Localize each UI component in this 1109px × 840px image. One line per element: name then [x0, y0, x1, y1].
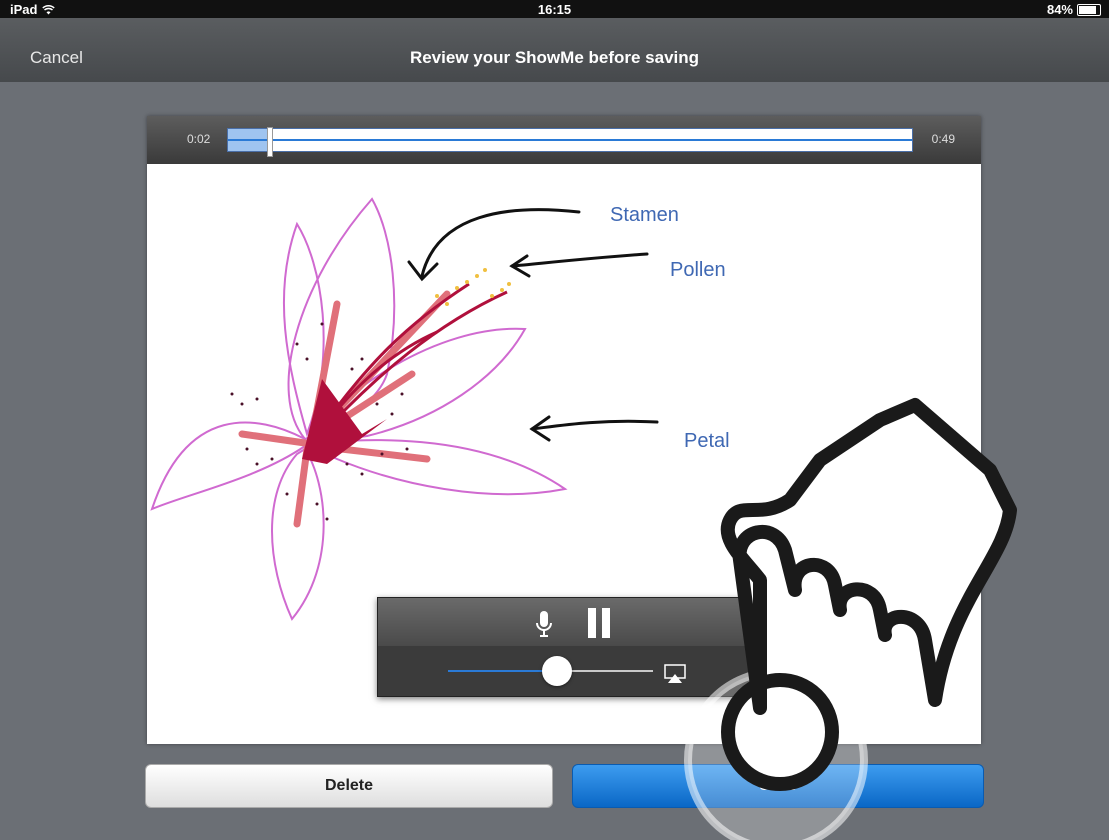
page-title: Review your ShowMe before saving	[409, 48, 700, 67]
current-time: 0:02	[187, 132, 211, 146]
navigation-bar: Cancel Review your ShowMe before saving	[0, 18, 1109, 82]
battery-percent: 84%	[1046, 2, 1073, 17]
label-petal: Petal	[684, 430, 730, 452]
scrubber-track[interactable]	[227, 127, 913, 157]
label-pollen: Pollen	[670, 259, 726, 281]
battery-icon	[1077, 3, 1101, 16]
recording-controls	[377, 597, 755, 697]
scrubber-line	[228, 139, 912, 141]
battery-fill	[1079, 5, 1096, 14]
pause-icon[interactable]	[588, 608, 616, 643]
delete-button[interactable]: Delete	[145, 764, 553, 808]
save-button[interactable]: Save	[572, 764, 984, 808]
microphone-icon[interactable]	[536, 610, 552, 638]
volume-knob[interactable]	[541, 656, 572, 686]
label-stamen: Stamen	[610, 204, 679, 226]
total-time: 0:49	[931, 132, 955, 146]
scrubber-bar: 0:02 0:49	[147, 116, 981, 164]
scrubber-handle[interactable]	[267, 127, 274, 157]
controls-top	[378, 598, 754, 646]
status-right: 84%	[1047, 2, 1101, 17]
airplay-icon[interactable]	[664, 664, 686, 684]
status-time: 16:15	[537, 2, 572, 17]
volume-fill	[448, 670, 557, 672]
status-bar: iPad 16:15 84%	[0, 0, 1109, 18]
